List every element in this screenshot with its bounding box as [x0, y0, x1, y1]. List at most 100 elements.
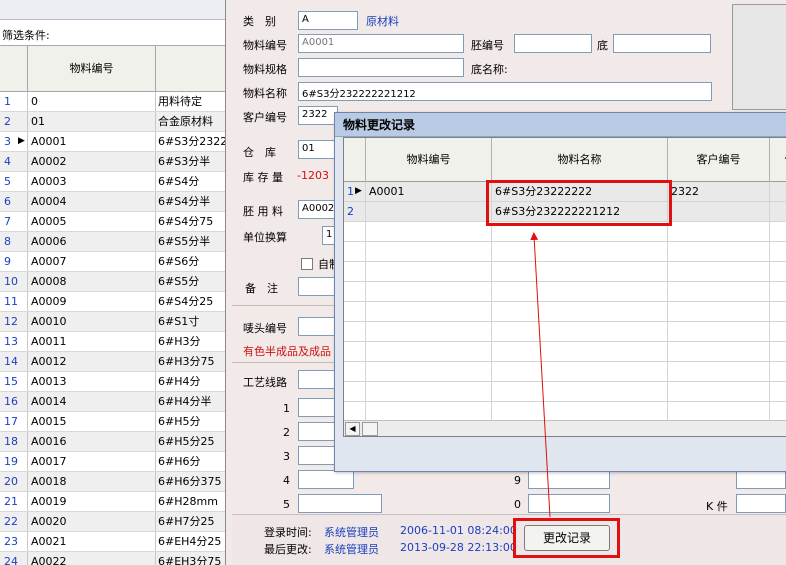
material-name-cell[interactable]: 6#H28mm: [156, 492, 225, 511]
material-name-cell[interactable]: 6#S4分: [156, 172, 225, 191]
material-code-cell[interactable]: [366, 202, 492, 222]
material-code-cell[interactable]: A0014: [28, 392, 156, 411]
material-name-cell[interactable]: 6#S5分: [156, 272, 225, 291]
table-row[interactable]: 6 A0004 6#S4分半: [0, 192, 225, 212]
column-header-customer-code[interactable]: 客户编号: [668, 138, 770, 182]
material-code-cell[interactable]: A0002: [28, 152, 156, 171]
material-name-cell[interactable]: 6#S6分: [156, 252, 225, 271]
material-name-cell[interactable]: 6#H4分半: [156, 392, 225, 411]
customer-code-input[interactable]: 2322: [298, 106, 338, 125]
material-code-cell[interactable]: A0003: [28, 172, 156, 191]
material-code-cell[interactable]: A0018: [28, 472, 156, 491]
material-name-cell[interactable]: 6#EH4分25: [156, 532, 225, 551]
material-code-cell[interactable]: A0006: [28, 232, 156, 251]
table-row[interactable]: 11 A0009 6#S4分25: [0, 292, 225, 312]
material-name-cell[interactable]: 6#H7分25: [156, 512, 225, 531]
warehouse-input[interactable]: 01: [298, 140, 338, 159]
material-name-cell[interactable]: 6#H4分: [156, 372, 225, 391]
material-name-cell[interactable]: 6#H5分: [156, 412, 225, 431]
material-name-cell[interactable]: 6#S4分25: [156, 292, 225, 311]
material-code-cell[interactable]: A0008: [28, 272, 156, 291]
material-name-cell[interactable]: 6#H3分75: [156, 352, 225, 371]
table-row[interactable]: 5 A0003 6#S4分: [0, 172, 225, 192]
material-code-cell[interactable]: A0016: [28, 432, 156, 451]
column-header-material-code[interactable]: 物料编号: [28, 46, 156, 91]
horizontal-scrollbar[interactable]: ◀: [344, 420, 786, 436]
material-code-cell[interactable]: A0017: [28, 452, 156, 471]
material-name-cell[interactable]: 6#S4分半: [156, 192, 225, 211]
material-code-cell[interactable]: A0019: [28, 492, 156, 511]
k-piece-input[interactable]: [736, 494, 786, 513]
material-name-cell[interactable]: 6#EH3分75: [156, 552, 225, 565]
material-code-cell[interactable]: A0001: [28, 132, 156, 151]
process-route-input[interactable]: [298, 370, 338, 389]
k-piece-top-input[interactable]: [736, 470, 786, 489]
material-code-cell[interactable]: A0001: [366, 182, 492, 202]
table-row[interactable]: 7 A0005 6#S4分75: [0, 212, 225, 232]
table-row[interactable]: 3▶A00016#S3分23222: [0, 132, 225, 152]
material-name-cell[interactable]: 6#H6分375: [156, 472, 225, 491]
table-row[interactable]: 21 A0019 6#H28mm: [0, 492, 225, 512]
table-row[interactable]: 17 A0015 6#H5分: [0, 412, 225, 432]
table-row[interactable]: 14 A0012 6#H3分75: [0, 352, 225, 372]
process-step-input[interactable]: [528, 494, 610, 513]
material-name-input[interactable]: 6#S3分232222221212: [298, 82, 712, 101]
disabled-cell[interactable]: [770, 182, 786, 202]
process-step-input[interactable]: [298, 470, 354, 489]
table-row[interactable]: 4 A0002 6#S3分半: [0, 152, 225, 172]
column-header-material-name[interactable]: [156, 46, 225, 91]
head-code-input[interactable]: [298, 317, 338, 336]
spec-input[interactable]: [298, 58, 464, 77]
table-row[interactable]: 13 A0011 6#H3分: [0, 332, 225, 352]
material-code-cell[interactable]: A0020: [28, 512, 156, 531]
table-row[interactable]: 23 A0021 6#EH4分25: [0, 532, 225, 552]
table-row[interactable]: 20 A0018 6#H6分375: [0, 472, 225, 492]
process-step-input[interactable]: [528, 470, 610, 489]
material-name-cell[interactable]: 6#S1寸: [156, 312, 225, 331]
table-row[interactable]: 9 A0007 6#S6分: [0, 252, 225, 272]
table-row[interactable]: 24 A0022 6#EH3分75: [0, 552, 225, 565]
blank-usage-input[interactable]: A0002: [298, 200, 338, 219]
self-made-checkbox[interactable]: [301, 258, 313, 270]
table-row[interactable]: 2 01 合金原材料: [0, 112, 225, 132]
column-header-material-name[interactable]: 物料名称: [492, 138, 668, 182]
table-row[interactable]: 10 A0008 6#S5分: [0, 272, 225, 292]
material-code-cell[interactable]: A0013: [28, 372, 156, 391]
scrollbar-thumb[interactable]: [362, 422, 378, 436]
material-code-cell[interactable]: A0009: [28, 292, 156, 311]
remark-input[interactable]: [298, 277, 338, 296]
material-code-cell[interactable]: 0: [28, 92, 156, 111]
material-name-cell[interactable]: 用料待定: [156, 92, 225, 111]
row-number[interactable]: 2: [344, 202, 366, 222]
material-name-cell[interactable]: 6#S5分半: [156, 232, 225, 251]
material-code-cell[interactable]: A0021: [28, 532, 156, 551]
process-step-input[interactable]: [298, 494, 382, 513]
material-code-input[interactable]: A0001: [298, 34, 464, 53]
material-name-cell[interactable]: 合金原材料: [156, 112, 225, 131]
material-code-cell[interactable]: A0005: [28, 212, 156, 231]
customer-code-cell[interactable]: [668, 202, 770, 222]
table-row[interactable]: 22 A0020 6#H7分25: [0, 512, 225, 532]
material-code-cell[interactable]: A0012: [28, 352, 156, 371]
column-header-disabled[interactable]: 停: [770, 138, 786, 182]
table-row[interactable]: 12 A0010 6#S1寸: [0, 312, 225, 332]
category-input[interactable]: A: [298, 11, 358, 30]
material-name-cell[interactable]: 6#H5分25: [156, 432, 225, 451]
column-header-material-code[interactable]: 物料编号: [366, 138, 492, 182]
table-row[interactable]: 15 A0013 6#H4分: [0, 372, 225, 392]
material-code-cell[interactable]: A0004: [28, 192, 156, 211]
process-step-input[interactable]: [298, 446, 338, 465]
material-code-cell[interactable]: A0011: [28, 332, 156, 351]
material-code-cell[interactable]: A0022: [28, 552, 156, 565]
disabled-cell[interactable]: [770, 202, 786, 222]
table-row[interactable]: 1 0 用料待定: [0, 92, 225, 112]
blank-code-input[interactable]: [514, 34, 592, 53]
scroll-left-icon[interactable]: ◀: [345, 422, 360, 436]
process-step-input[interactable]: [298, 398, 338, 417]
material-code-cell[interactable]: A0007: [28, 252, 156, 271]
material-code-cell[interactable]: A0015: [28, 412, 156, 431]
material-name-cell[interactable]: 6#H3分: [156, 332, 225, 351]
material-name-cell[interactable]: 6#S3分23222: [156, 132, 225, 151]
base-input[interactable]: [613, 34, 711, 53]
process-step-input[interactable]: [298, 422, 338, 441]
